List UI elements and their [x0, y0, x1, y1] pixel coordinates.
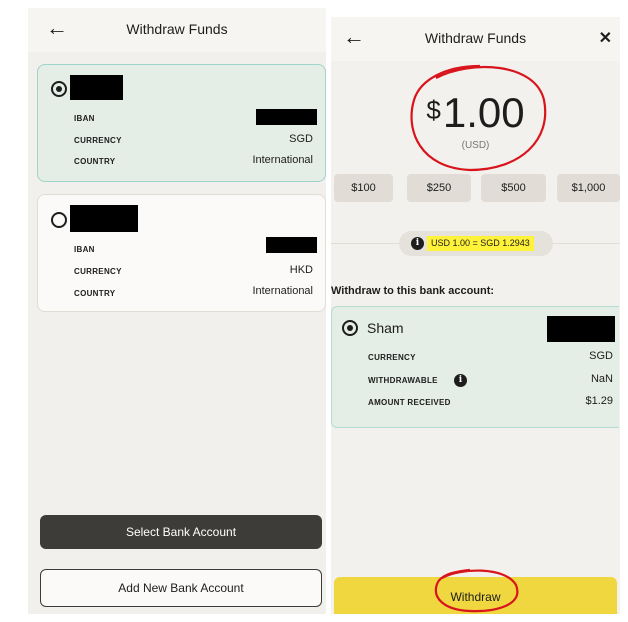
page-title: Withdraw Funds	[424, 30, 527, 46]
radio-selected[interactable]	[51, 81, 67, 97]
info-icon[interactable]: i	[411, 237, 424, 250]
redacted-account-number	[547, 316, 615, 342]
redacted-iban	[256, 109, 317, 125]
redacted-account-name	[70, 205, 138, 232]
currency-value: SGD	[289, 133, 313, 145]
radio-unselected[interactable]	[51, 212, 67, 228]
withdrawable-label: WITHDRAWABLE	[368, 376, 438, 385]
amount-received-label: AMOUNT RECEIVED	[368, 398, 451, 407]
exchange-rate-text: USD 1.00 = SGD 1.2943	[427, 236, 534, 251]
info-icon[interactable]: i	[454, 374, 467, 387]
country-label: COUNTRY	[74, 289, 116, 298]
preset-500-button[interactable]: $500	[481, 174, 546, 202]
amount-display[interactable]: $1.00	[331, 89, 620, 137]
iban-label: IBAN	[74, 114, 95, 123]
add-bank-account-button[interactable]: Add New Bank Account	[40, 569, 322, 607]
redacted-iban	[266, 237, 317, 253]
bank-account-card[interactable]: IBAN CURRENCY SGD COUNTRY International	[37, 64, 326, 182]
country-value: International	[252, 285, 313, 297]
page-title: Withdraw Funds	[126, 21, 228, 37]
radio-selected[interactable]	[342, 320, 358, 336]
withdraw-button[interactable]: Withdraw	[334, 577, 617, 614]
currency-value: SGD	[589, 350, 613, 362]
currency-label: CURRENCY	[74, 136, 122, 145]
right-screen: ← Withdraw Funds ✕ $1.00 (USD) $100 $250…	[331, 17, 620, 614]
account-name: Sham	[367, 320, 404, 336]
currency-symbol: $	[426, 95, 441, 125]
iban-label: IBAN	[74, 245, 95, 254]
currency-value: HKD	[289, 264, 313, 276]
preset-1000-button[interactable]: $1,000	[557, 174, 620, 202]
amount-unit: (USD)	[461, 140, 490, 151]
currency-label: CURRENCY	[368, 353, 416, 362]
left-header: ← Withdraw Funds	[28, 8, 326, 52]
selected-account-card[interactable]: Sham CURRENCY SGD WITHDRAWABLE i NaN AMO…	[331, 306, 619, 428]
exchange-rate-pill: i USD 1.00 = SGD 1.2943	[399, 231, 553, 256]
preset-100-button[interactable]: $100	[334, 174, 393, 202]
amount-value: 1.00	[442, 89, 525, 136]
country-label: COUNTRY	[74, 157, 116, 166]
preset-250-button[interactable]: $250	[407, 174, 471, 202]
redacted-account-name	[70, 75, 123, 100]
close-icon[interactable]: ✕	[599, 28, 612, 48]
select-bank-account-button[interactable]: Select Bank Account	[40, 515, 322, 549]
right-header: ← Withdraw Funds ✕	[331, 17, 620, 61]
currency-label: CURRENCY	[74, 267, 122, 276]
section-title: Withdraw to this bank account:	[331, 285, 495, 297]
withdrawable-value: NaN	[590, 373, 613, 385]
left-screen: ← Withdraw Funds IBAN CURRENCY SGD COUNT…	[28, 8, 326, 614]
country-value: International	[252, 154, 313, 166]
bank-account-card[interactable]: IBAN CURRENCY HKD COUNTRY International	[37, 194, 326, 312]
amount-received-value: $1.29	[585, 395, 613, 407]
